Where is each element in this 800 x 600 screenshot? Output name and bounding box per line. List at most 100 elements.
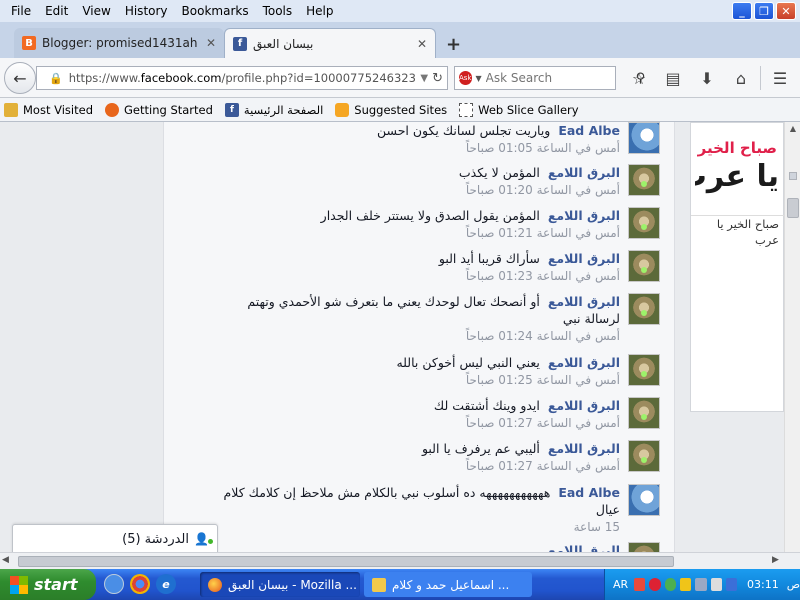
tab-label: Blogger: promised1431ah - رج...: [42, 36, 200, 50]
comment-author[interactable]: البرق اللامع: [548, 208, 620, 223]
avatar[interactable]: [628, 484, 660, 516]
url-bar[interactable]: 🔒 https://www.facebook.com/profile.php?i…: [36, 66, 448, 90]
ask-logo-icon[interactable]: Ask: [459, 71, 472, 85]
comment-time[interactable]: أمس في الساعة 01:05 صباحاً: [210, 140, 620, 156]
menu-view[interactable]: View: [75, 4, 117, 18]
tab-facebook[interactable]: f بيسان العبق ✕: [224, 28, 436, 58]
menu-edit[interactable]: Edit: [38, 4, 75, 18]
comment-author[interactable]: البرق اللامع: [548, 165, 620, 180]
comment-time[interactable]: أمس في الساعة 01:23 صباحاً: [210, 268, 620, 284]
close-window-button[interactable]: ✕: [776, 2, 796, 20]
left-gutter: [0, 122, 163, 554]
home-icon[interactable]: ⌂: [724, 66, 758, 90]
clock[interactable]: 03:11: [747, 578, 779, 591]
taskbar-item-firefox[interactable]: بيسان العبق - Mozilla ...: [200, 572, 360, 597]
warning-icon[interactable]: [679, 578, 692, 591]
bookmark-getting-started[interactable]: Getting Started: [105, 102, 213, 117]
menu-bookmarks[interactable]: Bookmarks: [175, 4, 256, 18]
task-label: اسماعيل حمد و كلام ...: [392, 577, 510, 592]
volume-icon[interactable]: [710, 578, 722, 591]
internet-explorer-icon[interactable]: e: [156, 574, 176, 594]
menu-history[interactable]: History: [118, 4, 175, 18]
comment-time[interactable]: أمس في الساعة 01:25 صباحاً: [210, 372, 620, 388]
avatar[interactable]: [628, 354, 660, 386]
scroll-left-icon[interactable]: ◀: [2, 555, 9, 565]
right-column-text[interactable]: صباح الخير يا عرب: [691, 215, 785, 248]
comment-author[interactable]: البرق اللامع: [548, 355, 620, 370]
comment-time[interactable]: أمس في الساعة 01:24 صباحاً: [210, 328, 620, 344]
scrollbar-thumb[interactable]: [18, 556, 674, 567]
tray-app-icon[interactable]: [634, 578, 646, 591]
firefox-icon: [105, 102, 119, 117]
close-tab-icon[interactable]: ✕: [417, 37, 427, 51]
avatar[interactable]: [628, 440, 660, 472]
comment-author[interactable]: Ead Albe: [558, 123, 620, 138]
reload-icon[interactable]: ↻: [432, 71, 443, 86]
horizontal-scrollbar[interactable]: ◀ ▶: [0, 552, 800, 569]
star-icon[interactable]: ☆: [622, 66, 656, 90]
chevron-down-icon[interactable]: ▼: [420, 73, 428, 84]
show-desktop-icon[interactable]: [104, 574, 124, 594]
comment-author[interactable]: Ead Albe: [558, 485, 620, 500]
avatar[interactable]: [628, 207, 660, 239]
bookmark-label: Web Slice Gallery: [478, 102, 579, 117]
comment-time[interactable]: أمس في الساعة 01:27 صباحاً: [210, 415, 620, 431]
back-button[interactable]: ←: [4, 62, 36, 94]
avatar[interactable]: [628, 250, 660, 282]
bookmark-suggested-sites[interactable]: Suggested Sites: [335, 102, 447, 117]
avatar[interactable]: [628, 293, 660, 325]
bookmark-most-visited[interactable]: Most Visited: [4, 102, 93, 117]
menu-help[interactable]: Help: [299, 4, 340, 18]
avatar[interactable]: [628, 122, 660, 154]
comment-author[interactable]: البرق اللامع: [548, 251, 620, 266]
taskbar: start e بيسان العبق - Mozilla ... اسماعي…: [0, 569, 800, 600]
download-icon[interactable]: ⬇: [690, 66, 724, 90]
comment-time[interactable]: أمس في الساعة 01:21 صباحاً: [210, 225, 620, 241]
search-bar[interactable]: Ask ▼ ⚲: [454, 66, 645, 90]
comment-time[interactable]: أمس في الساعة 01:27 صباحاً: [210, 458, 620, 474]
taskbar-item-folder[interactable]: اسماعيل حمد و كلام ...: [364, 572, 532, 597]
chevron-down-icon[interactable]: ▼: [476, 74, 482, 83]
menu-file[interactable]: File: [4, 4, 38, 18]
start-button[interactable]: start: [0, 569, 96, 600]
tab-blogger[interactable]: B Blogger: promised1431ah - رج... ✕: [14, 28, 224, 58]
folder-icon: [4, 102, 18, 117]
shield-icon[interactable]: [649, 578, 661, 591]
scroll-up-icon[interactable]: ▲: [787, 124, 799, 136]
menu-tools[interactable]: Tools: [256, 4, 300, 18]
avatar[interactable]: [628, 397, 660, 429]
avatar[interactable]: [628, 164, 660, 196]
comment-author[interactable]: البرق اللامع: [548, 441, 620, 456]
tray-app-icon[interactable]: [725, 578, 738, 591]
maximize-button[interactable]: ❐: [754, 2, 774, 20]
reading-list-icon[interactable]: ▤: [656, 66, 690, 90]
sponsored-image[interactable]: صباح الخير يا عرب: [695, 129, 785, 215]
url-text[interactable]: https://www.facebook.com/profile.php?id=…: [69, 71, 417, 85]
comment-author[interactable]: البرق اللامع: [548, 398, 620, 413]
page-content: Ead Albe وياريت تجلس لسانك يكون احسن أمس…: [0, 122, 800, 554]
bookmark-facebook-home[interactable]: f الصفحة الرئيسية: [224, 102, 323, 117]
new-tab-button[interactable]: +: [446, 34, 461, 55]
minimize-button[interactable]: _: [732, 2, 752, 20]
bookmark-label: Getting Started: [124, 102, 213, 117]
network-icon[interactable]: [695, 578, 707, 591]
bookmark-web-slice-gallery[interactable]: Web Slice Gallery: [459, 102, 579, 117]
chrome-icon[interactable]: [130, 574, 150, 594]
scroll-right-icon[interactable]: ▶: [772, 555, 779, 565]
comment-author[interactable]: البرق اللامع: [548, 294, 620, 309]
ad-line-1: صباح الخير: [697, 139, 777, 157]
close-tab-icon[interactable]: ✕: [206, 36, 216, 50]
comment-time[interactable]: 15 ساعة: [210, 519, 620, 535]
menu-bar: File Edit View History Bookmarks Tools H…: [0, 0, 800, 22]
comment-time[interactable]: أمس في الساعة 01:20 صباحاً: [210, 182, 620, 198]
search-input[interactable]: [485, 71, 636, 85]
vertical-scrollbar[interactable]: ▲: [784, 122, 800, 554]
scrollbar-thumb[interactable]: [787, 198, 799, 218]
language-indicator[interactable]: AR: [613, 578, 628, 591]
menu-icon[interactable]: ☰: [763, 66, 797, 90]
url-prefix: https://www.: [68, 71, 141, 85]
check-icon[interactable]: [664, 578, 676, 591]
scroll-marker: [789, 172, 797, 180]
chat-tab[interactable]: الدردشة (5) 👤: [12, 524, 218, 554]
bookmark-label: Most Visited: [23, 102, 93, 117]
